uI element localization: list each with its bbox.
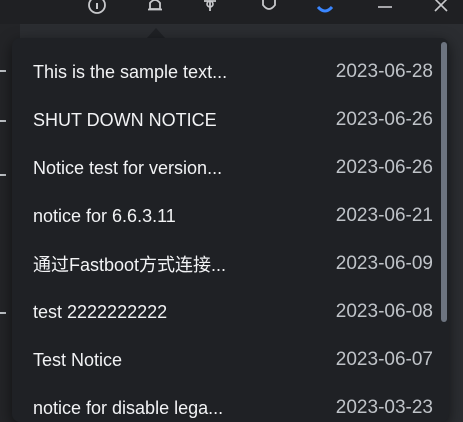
scrollbar[interactable]: [441, 42, 447, 322]
notice-item[interactable]: notice for disable lega... 2023-03-23: [12, 384, 449, 422]
notice-date: 2023-06-21: [335, 205, 433, 226]
notice-item[interactable]: test 2222222222 2023-06-08: [12, 288, 449, 336]
notice-title: notice for 6.6.3.11: [33, 205, 176, 226]
notice-date: 2023-06-28: [335, 61, 433, 82]
notice-title: SHUT DOWN NOTICE: [33, 109, 217, 130]
background-marker: [0, 70, 6, 72]
notice-title: notice for disable lega...: [33, 397, 224, 418]
notice-title: test 2222222222: [33, 301, 168, 322]
bell-icon[interactable]: [144, 0, 166, 16]
notice-list: This is the sample text... 2023-06-28 SHUT…: [12, 48, 449, 422]
notice-date: 2023-06-09: [335, 253, 433, 274]
notice-item[interactable]: Test Notice 2023-06-07: [12, 336, 449, 384]
top-toolbar: [0, 0, 463, 24]
notice-title: 通过Fastboot方式连接...: [33, 255, 227, 275]
notice-date: 2023-06-26: [335, 157, 433, 178]
notice-date: 2023-03-23: [335, 397, 433, 418]
background-panel: [449, 24, 463, 422]
background-marker: [0, 120, 6, 122]
info-icon[interactable]: [86, 0, 108, 16]
background-marker: [0, 174, 6, 176]
notice-title: Test Notice: [33, 349, 123, 370]
notice-title: This is the sample text...: [33, 61, 228, 82]
popover-caret: [147, 28, 165, 38]
notice-item[interactable]: SHUT DOWN NOTICE 2023-06-26: [12, 96, 449, 144]
notice-item[interactable]: This is the sample text... 2023-06-28: [12, 48, 449, 96]
background-marker: [0, 312, 6, 314]
notice-date: 2023-06-26: [335, 109, 433, 130]
plugin-icon[interactable]: [199, 0, 221, 16]
notice-item[interactable]: notice for 6.6.3.11 2023-06-21: [12, 192, 449, 240]
notice-item[interactable]: Notice test for version... 2023-06-26: [12, 144, 449, 192]
notice-date: 2023-06-07: [335, 349, 433, 370]
notification-popover: This is the sample text... 2023-06-28 SHUT…: [12, 38, 449, 422]
close-icon[interactable]: [430, 0, 452, 16]
shield-icon[interactable]: [258, 0, 280, 16]
user-icon[interactable]: [314, 0, 336, 16]
notice-title: Notice test for version...: [33, 157, 223, 178]
notice-date: 2023-06-08: [335, 301, 433, 322]
notice-item[interactable]: 通过Fastboot方式连接... 2023-06-09: [12, 240, 449, 288]
minimize-icon[interactable]: [374, 0, 396, 16]
